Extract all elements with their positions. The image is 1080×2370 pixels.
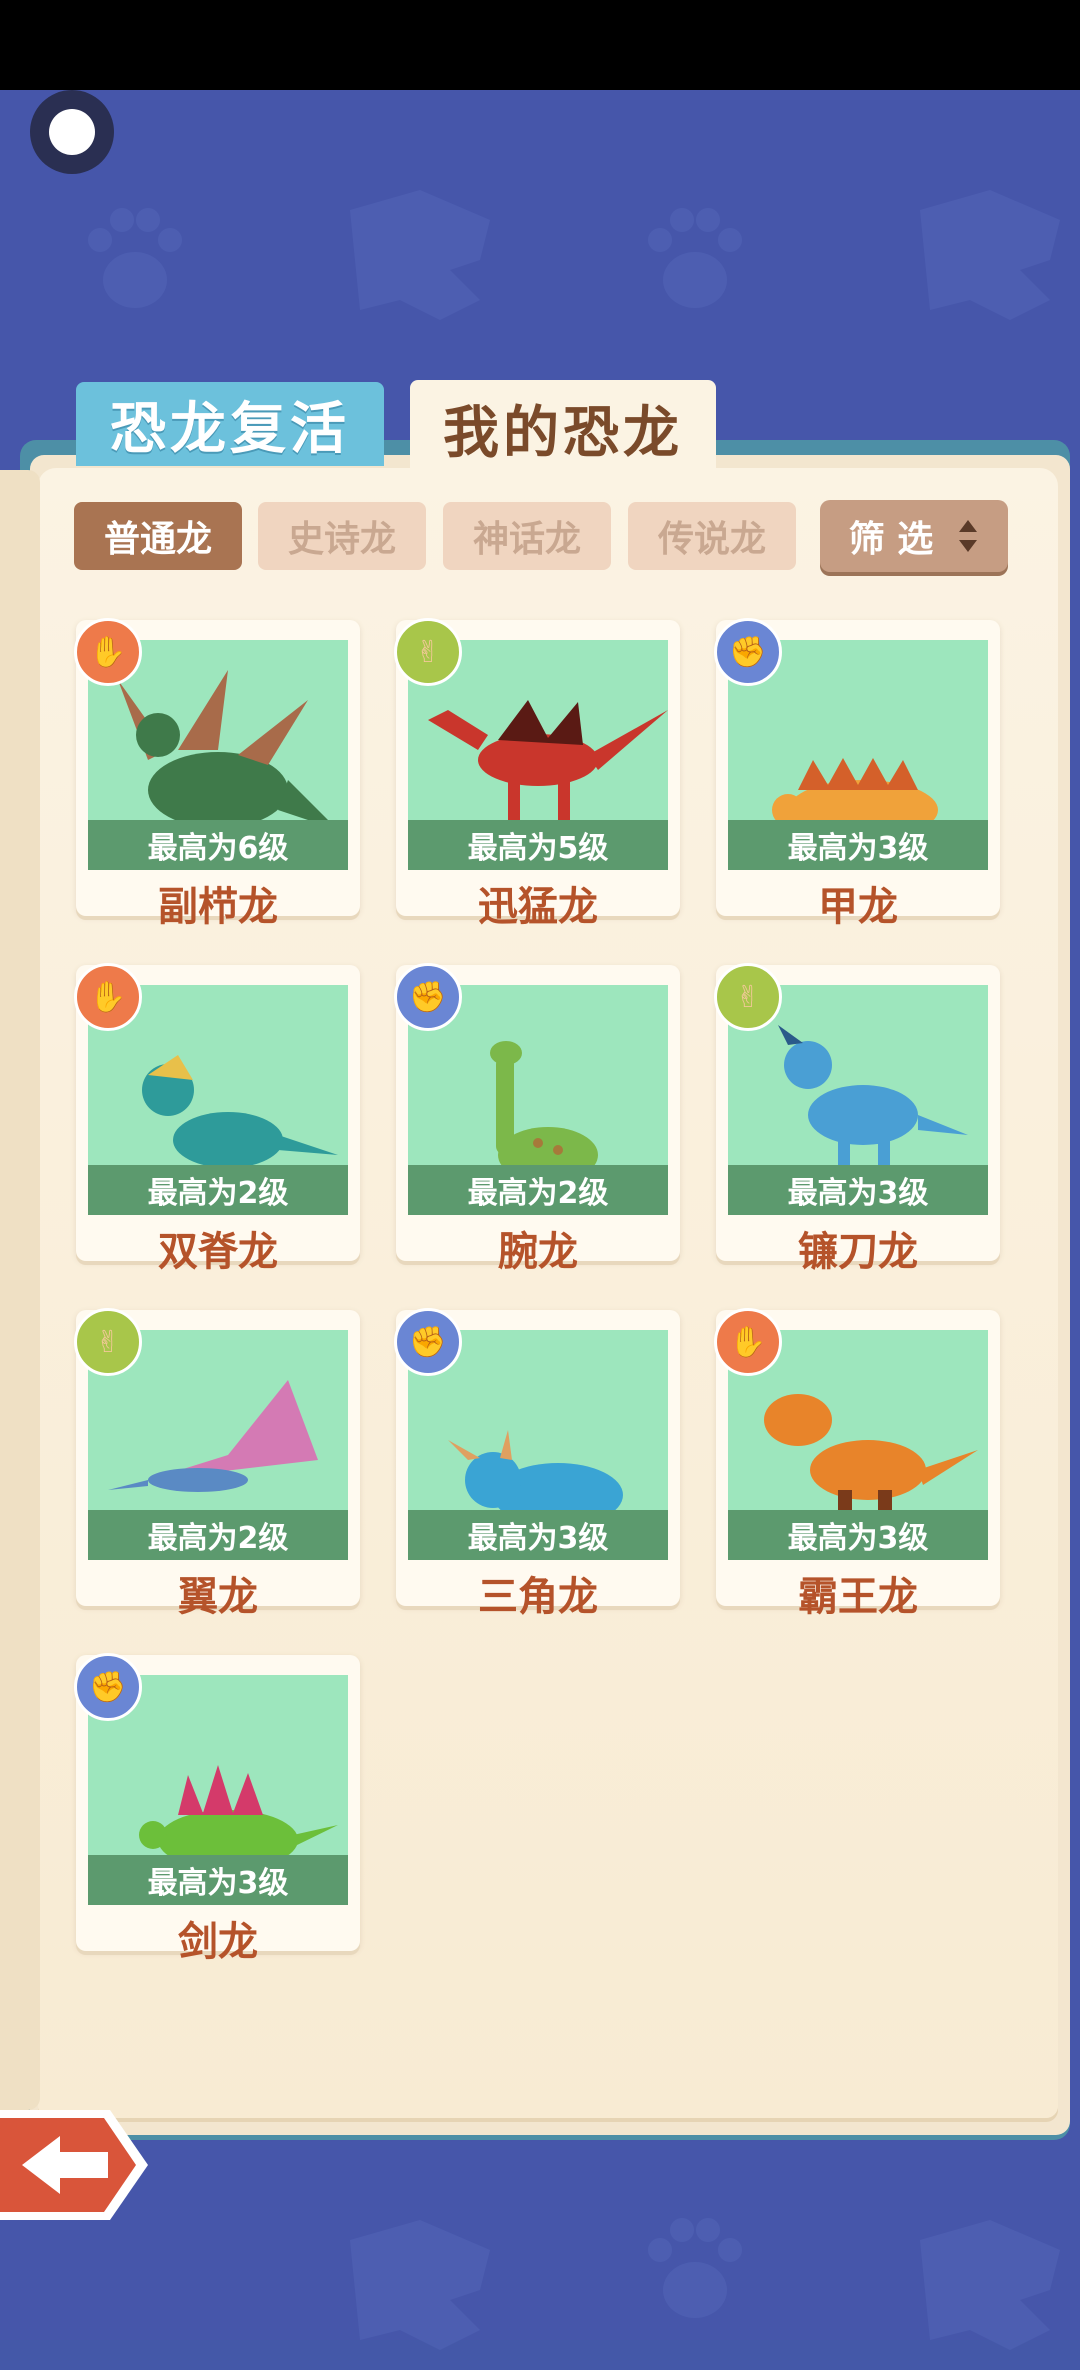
max-level-label: 最高为3级	[728, 1510, 988, 1560]
fist-icon: ✊	[409, 979, 447, 1015]
dinosaur-name: 剑龙	[178, 1919, 258, 1965]
dinosaur-card[interactable]: 最高为2级翼龙 ✌	[74, 1308, 360, 1620]
max-level-label: 最高为3级	[88, 1855, 348, 1905]
fist-icon: ✊	[89, 1669, 127, 1705]
palm-icon: ✋	[89, 979, 127, 1015]
subtab-epic[interactable]: 史诗龙	[258, 502, 426, 570]
dinosaur-card[interactable]: 最高为3级霸王龙 ✋	[714, 1308, 1000, 1620]
status-bar	[0, 0, 1080, 90]
dinosaur-name: 甲龙	[818, 884, 898, 930]
sort-arrows-icon	[959, 520, 978, 552]
tab-dinosaur-revive[interactable]: 恐龙复活	[76, 382, 384, 466]
dinosaur-card[interactable]: 最高为3级镰刀龙 ✌	[714, 963, 1000, 1275]
palm-icon: ✋	[89, 634, 127, 670]
scissors-icon: ✌	[95, 1324, 121, 1360]
scissors-icon: ✌	[735, 979, 761, 1015]
dinosaur-card[interactable]: 最高为2级腕龙 ✊	[394, 963, 680, 1275]
palm-badge: ✋	[74, 618, 142, 686]
fist-badge: ✊	[74, 1653, 142, 1721]
subtab-mythic[interactable]: 神话龙	[443, 502, 611, 570]
max-level-label: 最高为3级	[728, 820, 988, 870]
max-level-label: 最高为3级	[728, 1165, 988, 1215]
palm-badge: ✋	[714, 1308, 782, 1376]
tab-my-dinosaurs[interactable]: 我的恐龙	[410, 380, 716, 476]
max-level-label: 最高为6级	[88, 820, 348, 870]
dinosaur-card[interactable]: 最高为5级迅猛龙 ✌	[394, 618, 680, 930]
back-button[interactable]	[0, 2100, 150, 2230]
floating-assistive-button[interactable]	[30, 90, 114, 174]
dinosaur-name: 双脊龙	[158, 1229, 278, 1275]
fist-badge: ✊	[394, 963, 462, 1031]
max-level-label: 最高为2级	[88, 1510, 348, 1560]
filter-label: 筛 选	[848, 519, 934, 560]
scissors-badge: ✌	[714, 963, 782, 1031]
fist-badge: ✊	[714, 618, 782, 686]
fist-icon: ✊	[729, 634, 767, 670]
dinosaur-card[interactable]: 最高为3级三角龙 ✊	[394, 1308, 680, 1620]
dinosaur-name: 翼龙	[178, 1574, 258, 1620]
book-spine	[0, 470, 40, 2110]
scissors-icon: ✌	[415, 634, 441, 670]
dinosaur-card[interactable]: 最高为3级剑龙 ✊	[74, 1653, 360, 1965]
fist-badge: ✊	[394, 1308, 462, 1376]
dinosaur-name: 副栉龙	[158, 884, 278, 930]
dot-icon	[49, 109, 95, 155]
subtab-legendary[interactable]: 传说龙	[628, 502, 796, 570]
max-level-label: 最高为3级	[408, 1510, 668, 1560]
dinosaur-card[interactable]: 最高为3级甲龙 ✊	[714, 618, 1000, 930]
dinosaur-card[interactable]: 最高为2级双脊龙 ✋	[74, 963, 360, 1275]
dinosaur-name: 腕龙	[498, 1229, 578, 1275]
max-level-label: 最高为2级	[408, 1165, 668, 1215]
dinosaur-name: 霸王龙	[798, 1574, 918, 1620]
dinosaur-name: 镰刀龙	[798, 1229, 918, 1275]
dinosaur-name: 三角龙	[478, 1574, 598, 1620]
filter-button[interactable]: 筛 选	[820, 500, 1008, 572]
scissors-badge: ✌	[74, 1308, 142, 1376]
dinosaur-name: 迅猛龙	[478, 884, 598, 930]
dinosaur-card[interactable]: 最高为6级副栉龙 ✋	[74, 618, 360, 930]
subtab-common[interactable]: 普通龙	[74, 502, 242, 570]
palm-icon: ✋	[729, 1324, 767, 1360]
max-level-label: 最高为5级	[408, 820, 668, 870]
scissors-badge: ✌	[394, 618, 462, 686]
max-level-label: 最高为2级	[88, 1165, 348, 1215]
palm-badge: ✋	[74, 963, 142, 1031]
fist-icon: ✊	[409, 1324, 447, 1360]
